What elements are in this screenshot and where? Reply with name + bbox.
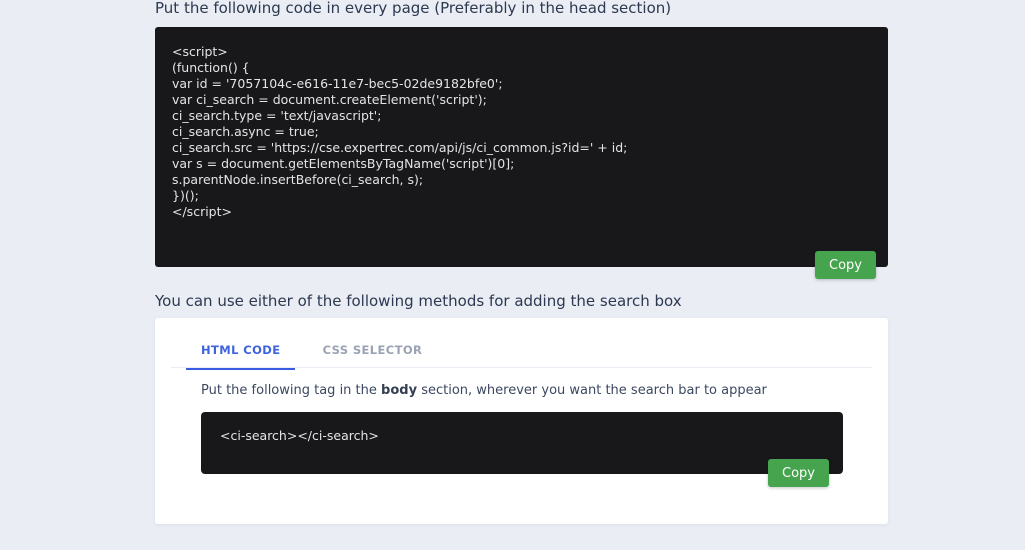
tabs-divider xyxy=(171,367,872,368)
tab-html-code[interactable]: HTML CODE xyxy=(186,318,296,370)
copy-tag-button[interactable]: Copy xyxy=(768,459,829,487)
searchbox-section-heading: You can use either of the following meth… xyxy=(155,292,682,310)
tag-instruction: Put the following tag in the body sectio… xyxy=(201,382,842,399)
tag-instruction-prefix: Put the following tag in the xyxy=(201,383,382,398)
main-content: Put the following code in every page (Pr… xyxy=(155,0,888,524)
tag-code-block: <ci-search></ci-search> Copy xyxy=(201,412,843,487)
tag-instruction-suffix: section, wherever you want the search ba… xyxy=(417,383,767,398)
searchbox-methods-card: HTML CODE CSS SELECTOR Put the following… xyxy=(155,318,888,524)
tag-code-text: <ci-search></ci-search> xyxy=(220,428,379,443)
script-code-block: <script> (function() { var id = '7057104… xyxy=(155,27,888,279)
tab-css-selector[interactable]: CSS SELECTOR xyxy=(308,318,438,367)
copy-script-button[interactable]: Copy xyxy=(815,251,876,279)
tabs-row: HTML CODE CSS SELECTOR xyxy=(155,318,888,370)
script-section-heading: Put the following code in every page (Pr… xyxy=(155,0,672,17)
script-code-text: <script> (function() { var id = '7057104… xyxy=(172,44,628,219)
tag-instruction-bold: body xyxy=(381,383,418,398)
